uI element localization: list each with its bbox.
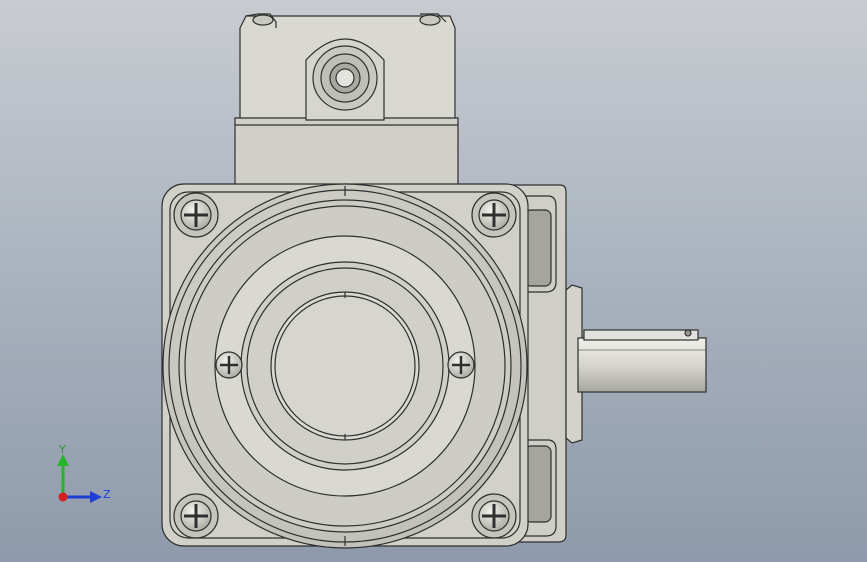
- orientation-triad: Y Z: [57, 443, 111, 503]
- cad-viewport[interactable]: Y Z: [0, 0, 867, 562]
- y-axis-label: Y: [58, 443, 66, 456]
- screw-top-left: [173, 192, 219, 238]
- screw-top-right: [471, 192, 517, 238]
- screw-bottom-left: [173, 493, 219, 539]
- cable-gland: [305, 38, 385, 121]
- z-axis-arrowhead: [90, 491, 102, 503]
- screw-face-left: [215, 351, 243, 379]
- screw-face-right: [447, 351, 475, 379]
- x-axis-origin: [58, 492, 68, 502]
- screw-bottom-right: [471, 493, 517, 539]
- z-axis-label: Z: [103, 488, 111, 501]
- motor-model[interactable]: [0, 0, 867, 562]
- output-shaft: [565, 284, 707, 444]
